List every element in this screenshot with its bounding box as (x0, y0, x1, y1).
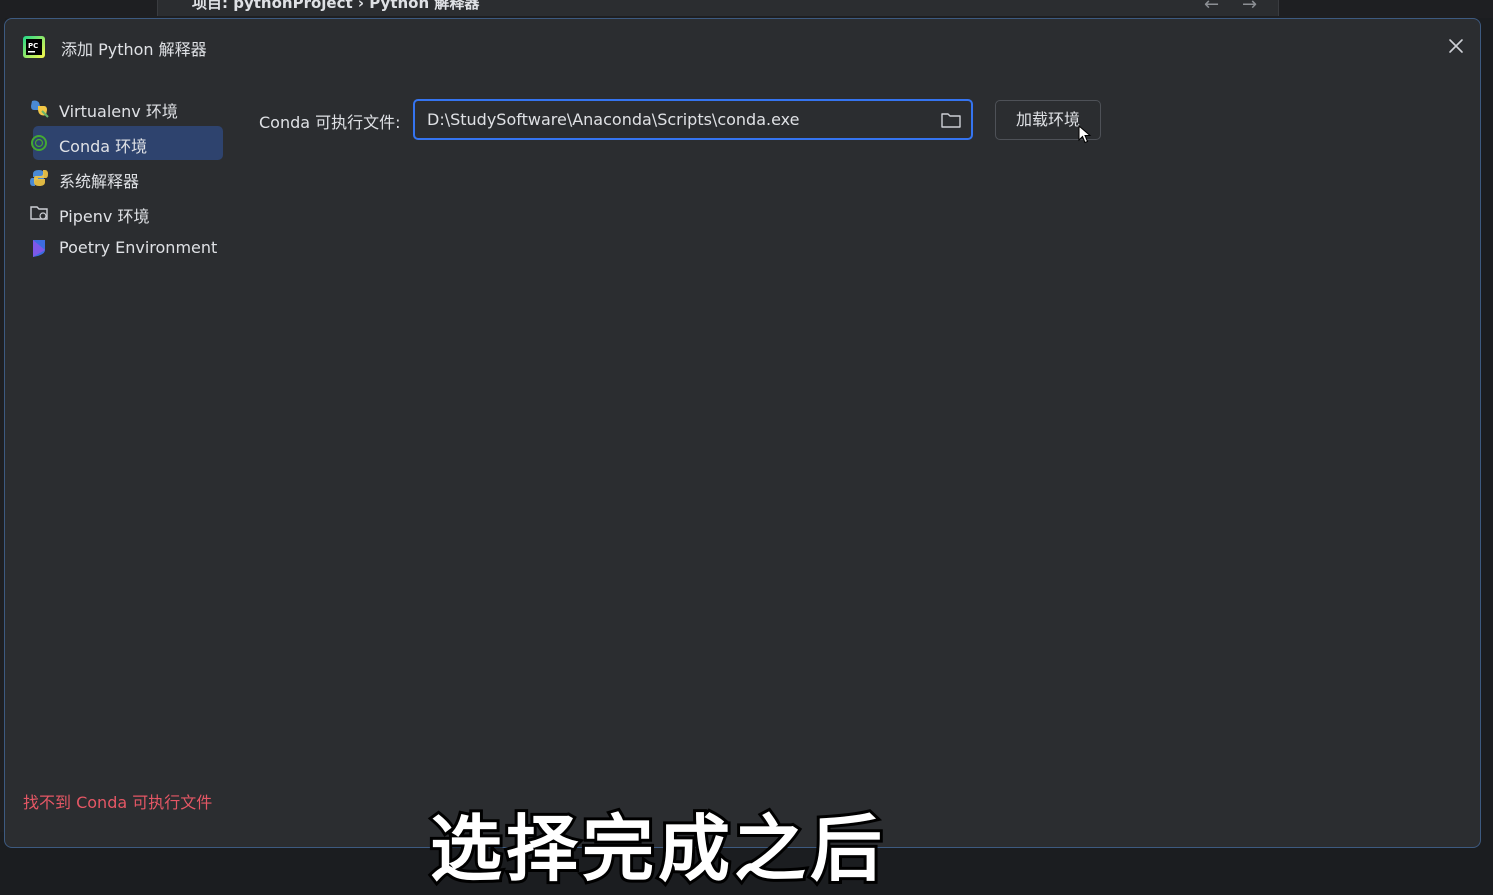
svg-text:PC: PC (28, 42, 38, 50)
forward-arrow-icon[interactable]: → (1242, 0, 1257, 15)
sidebar-item-label: Pipenv 环境 (59, 207, 150, 226)
sidebar-item-conda[interactable]: Conda 环境 (31, 126, 223, 160)
sidebar-item-poetry[interactable]: Poetry Environment (33, 231, 223, 265)
add-interpreter-dialog: PC 添加 Python 解释器 Virtualenv 环境 Conda 环境 (4, 18, 1481, 848)
pycharm-icon: PC (23, 36, 45, 58)
dialog-title-bar[interactable]: PC 添加 Python 解释器 (5, 19, 1480, 73)
background-settings-header: 项目: pythonProject › Python 解释器 ← → (157, 0, 1279, 16)
sidebar-item-system[interactable]: 系统解释器 (30, 161, 223, 195)
poetry-icon (33, 240, 45, 257)
folder-icon[interactable] (940, 110, 962, 130)
mouse-cursor-icon (1078, 125, 1092, 144)
sidebar-item-pipenv[interactable]: Pipenv 环境 (30, 196, 223, 230)
python-icon (30, 170, 48, 186)
sidebar-item-label: 系统解释器 (59, 172, 140, 191)
video-subtitle: 选择完成之后 (427, 804, 887, 894)
conda-executable-label: Conda 可执行文件: (259, 113, 401, 132)
sidebar-item-label: Conda 环境 (59, 137, 148, 156)
dialog-title: 添加 Python 解释器 (61, 40, 207, 59)
close-icon[interactable] (1446, 36, 1466, 56)
virtualenv-icon (31, 100, 49, 118)
sidebar-item-virtualenv[interactable]: Virtualenv 环境 (31, 91, 223, 125)
conda-path-input[interactable]: D:\StudySoftware\Anaconda\Scripts\conda.… (413, 99, 973, 140)
sidebar-item-label: Poetry Environment (59, 238, 218, 257)
conda-icon (31, 135, 47, 151)
background-breadcrumb: 项目: pythonProject › Python 解释器 (192, 0, 480, 12)
back-arrow-icon[interactable]: ← (1204, 0, 1219, 15)
error-message: 找不到 Conda 可执行文件 (23, 793, 213, 812)
conda-path-value[interactable]: D:\StudySoftware\Anaconda\Scripts\conda.… (427, 110, 799, 129)
sidebar-item-label: Virtualenv 环境 (59, 102, 178, 121)
pipenv-icon (30, 206, 48, 220)
